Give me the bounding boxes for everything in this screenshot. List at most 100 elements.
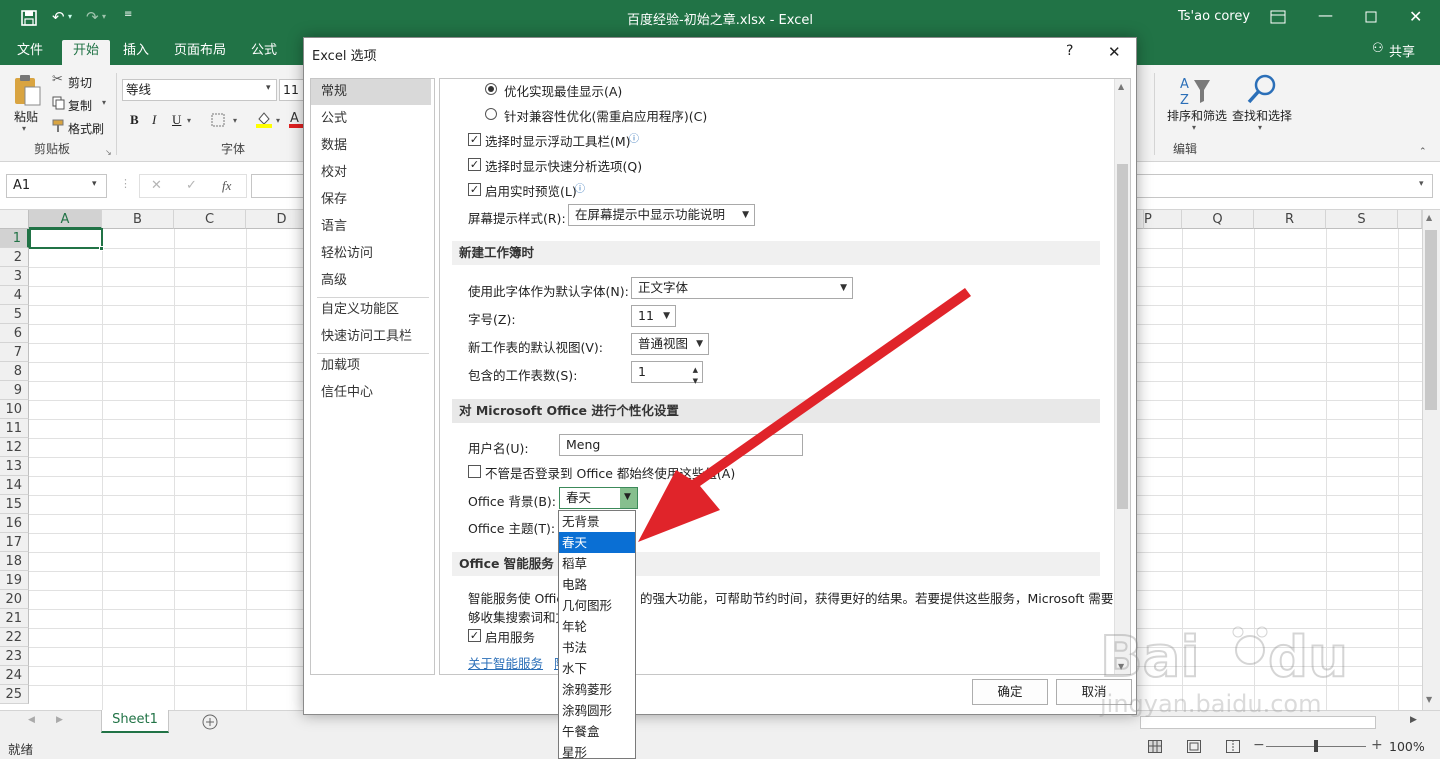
row-header[interactable]: 17 xyxy=(0,533,29,552)
nav-item-trust-center[interactable]: 信任中心 xyxy=(311,380,431,406)
radio-compatibility[interactable] xyxy=(485,108,497,120)
dropdown-option[interactable]: 年轮 xyxy=(559,616,635,637)
copy-dropdown-icon[interactable]: ▾ xyxy=(102,98,106,107)
dropdown-option[interactable]: 涂鸦圆形 xyxy=(559,700,635,721)
quick-analysis-label[interactable]: 选择时显示快速分析选项(Q) xyxy=(485,156,642,175)
row-header[interactable]: 16 xyxy=(0,514,29,533)
row-header[interactable]: 12 xyxy=(0,438,29,457)
about-intelligent-services-link[interactable]: 关于智能服务 xyxy=(468,653,543,672)
row-header[interactable]: 15 xyxy=(0,495,29,514)
zoom-out-icon[interactable]: − xyxy=(1253,737,1265,753)
italic-button[interactable]: I xyxy=(152,112,156,128)
page-layout-view-icon[interactable] xyxy=(1187,740,1201,753)
info-icon[interactable]: ⓘ xyxy=(575,180,585,195)
paste-icon[interactable] xyxy=(12,73,42,107)
nav-item-accessibility[interactable]: 轻松访问 xyxy=(311,241,431,267)
nav-item-data[interactable]: 数据 xyxy=(311,133,431,159)
row-header[interactable]: 22 xyxy=(0,628,29,647)
clipboard-launcher-icon[interactable]: ↘ xyxy=(105,148,112,157)
active-cell[interactable] xyxy=(29,228,103,249)
share-icon[interactable]: ⚇ xyxy=(1372,41,1384,56)
quick-analysis-checkbox[interactable]: ✓ xyxy=(468,158,481,171)
row-header[interactable]: 23 xyxy=(0,647,29,666)
column-header[interactable]: Q xyxy=(1182,210,1254,229)
cut-button[interactable]: 剪切 xyxy=(68,74,92,91)
vertical-scroll-thumb[interactable] xyxy=(1425,230,1437,410)
dropdown-option[interactable]: 电路 xyxy=(559,574,635,595)
name-box-dropdown-icon[interactable]: ▾ xyxy=(92,179,97,189)
row-header[interactable]: 11 xyxy=(0,419,29,438)
tab-formulas[interactable]: 公式 xyxy=(244,40,284,65)
column-header[interactable]: P xyxy=(1144,210,1182,229)
always-use-values-checkbox[interactable] xyxy=(468,465,481,478)
zoom-level[interactable]: 100% xyxy=(1389,739,1425,754)
row-header[interactable]: 14 xyxy=(0,476,29,495)
zoom-in-icon[interactable]: + xyxy=(1371,737,1383,753)
live-preview-checkbox[interactable]: ✓ xyxy=(468,183,481,196)
zoom-slider-thumb[interactable] xyxy=(1314,740,1318,752)
format-painter-button[interactable]: 格式刷 xyxy=(68,120,104,137)
select-all-corner[interactable] xyxy=(0,210,29,229)
column-header[interactable]: R xyxy=(1254,210,1326,229)
fill-handle[interactable] xyxy=(99,246,104,251)
underline-dropdown-icon[interactable]: ▾ xyxy=(187,116,191,125)
sort-filter-dropdown-icon[interactable]: ▾ xyxy=(1192,123,1196,132)
tab-page-layout[interactable]: 页面布局 xyxy=(168,40,232,65)
ok-button[interactable]: 确定 xyxy=(972,679,1048,705)
radio-compatibility-label[interactable]: 针对兼容性优化(需重启应用程序)(C) xyxy=(504,106,707,125)
enable-services-checkbox[interactable]: ✓ xyxy=(468,629,481,642)
nav-item-general[interactable]: 常规 xyxy=(311,79,431,105)
next-sheet-icon[interactable]: ▶ xyxy=(56,715,63,725)
radio-best-appearance[interactable] xyxy=(485,83,497,95)
paste-dropdown-icon[interactable]: ▾ xyxy=(22,124,26,133)
page-break-view-icon[interactable] xyxy=(1226,740,1240,753)
copy-icon[interactable] xyxy=(52,96,66,110)
nav-item-formulas[interactable]: 公式 xyxy=(311,106,431,132)
find-select-button[interactable]: 查找和选择 xyxy=(1232,107,1292,124)
scroll-down-icon[interactable]: ▼ xyxy=(1426,695,1432,704)
dropdown-option[interactable]: 水下 xyxy=(559,658,635,679)
paste-button[interactable]: 粘贴 xyxy=(14,108,38,125)
screentip-style-select[interactable]: 在屏幕提示中显示功能说明 ▼ xyxy=(568,204,755,226)
fill-color-icon[interactable] xyxy=(255,110,273,128)
column-header[interactable] xyxy=(1398,210,1422,229)
share-button[interactable]: 共享 xyxy=(1389,41,1415,60)
dropdown-option[interactable]: 几何图形 xyxy=(559,595,635,616)
row-header[interactable]: 6 xyxy=(0,324,29,343)
close-window-icon[interactable]: ✕ xyxy=(1409,7,1422,26)
sort-filter-icon[interactable]: AZ xyxy=(1178,73,1212,107)
scroll-up-icon[interactable]: ▲ xyxy=(1426,213,1432,222)
radio-best-appearance-label[interactable]: 优化实现最佳显示(A) xyxy=(504,81,622,100)
row-header[interactable]: 24 xyxy=(0,666,29,685)
mini-toolbar-checkbox[interactable]: ✓ xyxy=(468,133,481,146)
expand-formula-bar-icon[interactable]: ▾ xyxy=(1419,179,1424,189)
save-icon[interactable] xyxy=(20,9,38,27)
tab-insert[interactable]: 插入 xyxy=(116,40,156,65)
live-preview-label[interactable]: 启用实时预览(L) xyxy=(485,181,577,200)
row-header[interactable]: 19 xyxy=(0,571,29,590)
customize-qat-icon[interactable]: ≡ xyxy=(124,9,132,20)
font-size-input[interactable]: 11 xyxy=(279,79,303,101)
column-header[interactable]: C xyxy=(174,210,246,229)
row-header[interactable]: 21 xyxy=(0,609,29,628)
enable-services-label[interactable]: 启用服务 xyxy=(485,627,535,646)
borders-icon[interactable] xyxy=(211,113,225,127)
dropdown-option[interactable]: 书法 xyxy=(559,637,635,658)
column-header[interactable]: B xyxy=(102,210,174,229)
sheet-tab-sheet1[interactable]: Sheet1 xyxy=(101,710,169,733)
scroll-right-icon[interactable]: ▶ xyxy=(1410,715,1417,725)
cancel-formula-icon[interactable]: ✕ xyxy=(151,178,162,193)
find-select-icon[interactable] xyxy=(1246,73,1278,105)
add-sheet-icon[interactable] xyxy=(202,714,218,730)
tab-home[interactable]: 开始 xyxy=(62,40,110,65)
row-header[interactable]: 1 xyxy=(0,229,29,248)
dropdown-option[interactable]: 星形 xyxy=(559,742,635,759)
row-header[interactable]: 4 xyxy=(0,286,29,305)
underline-button[interactable]: U xyxy=(172,112,181,128)
font-color-icon[interactable]: A xyxy=(289,110,303,128)
column-header[interactable]: A xyxy=(29,210,102,229)
redo-dropdown-icon[interactable]: ▾ xyxy=(102,12,106,21)
find-select-dropdown-icon[interactable]: ▾ xyxy=(1258,123,1262,132)
nav-item-add-ins[interactable]: 加载项 xyxy=(311,353,431,379)
options-scroll-thumb[interactable] xyxy=(1117,164,1128,509)
